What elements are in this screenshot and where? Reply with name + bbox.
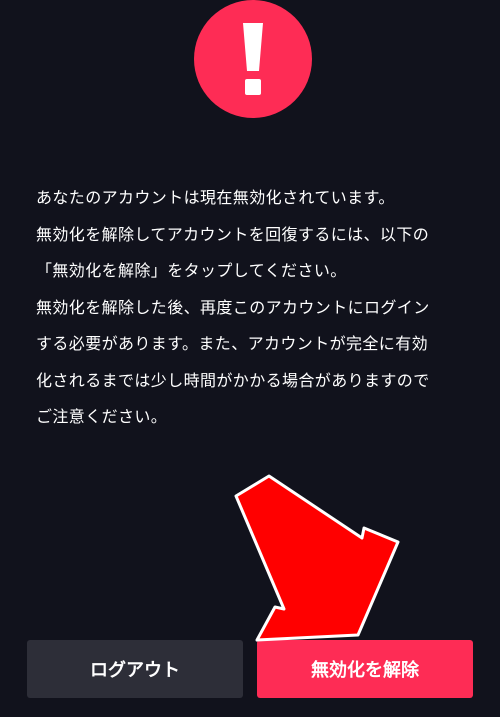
deactivation-message: あなたのアカウントは現在無効化されています。 無効化を解除してアカウントを回復す… xyxy=(36,180,476,436)
message-line: 無効化を解除した後、再度このアカウントにログイン xyxy=(36,297,430,317)
alert-badge xyxy=(194,0,312,118)
logout-button[interactable]: ログアウト xyxy=(27,640,243,698)
logout-button-label: ログアウト xyxy=(90,660,180,681)
message-line: する必要があります。また、アカウントが完全に有効 xyxy=(36,334,429,353)
reactivate-button[interactable]: 無効化を解除 xyxy=(257,640,473,698)
message-line: あなたのアカウントは現在無効化されています。 xyxy=(36,188,395,207)
message-line: ご注意ください。 xyxy=(36,407,168,426)
exclamation-icon xyxy=(243,23,263,95)
message-line: 化されるまでは少し時間がかかる場合がありますので xyxy=(36,370,430,390)
reactivate-button-label: 無効化を解除 xyxy=(311,660,419,681)
message-line: 「無効化を解除」をタップしてください。 xyxy=(36,261,347,280)
message-line: 無効化を解除してアカウントを回復するには、以下の xyxy=(36,224,430,244)
